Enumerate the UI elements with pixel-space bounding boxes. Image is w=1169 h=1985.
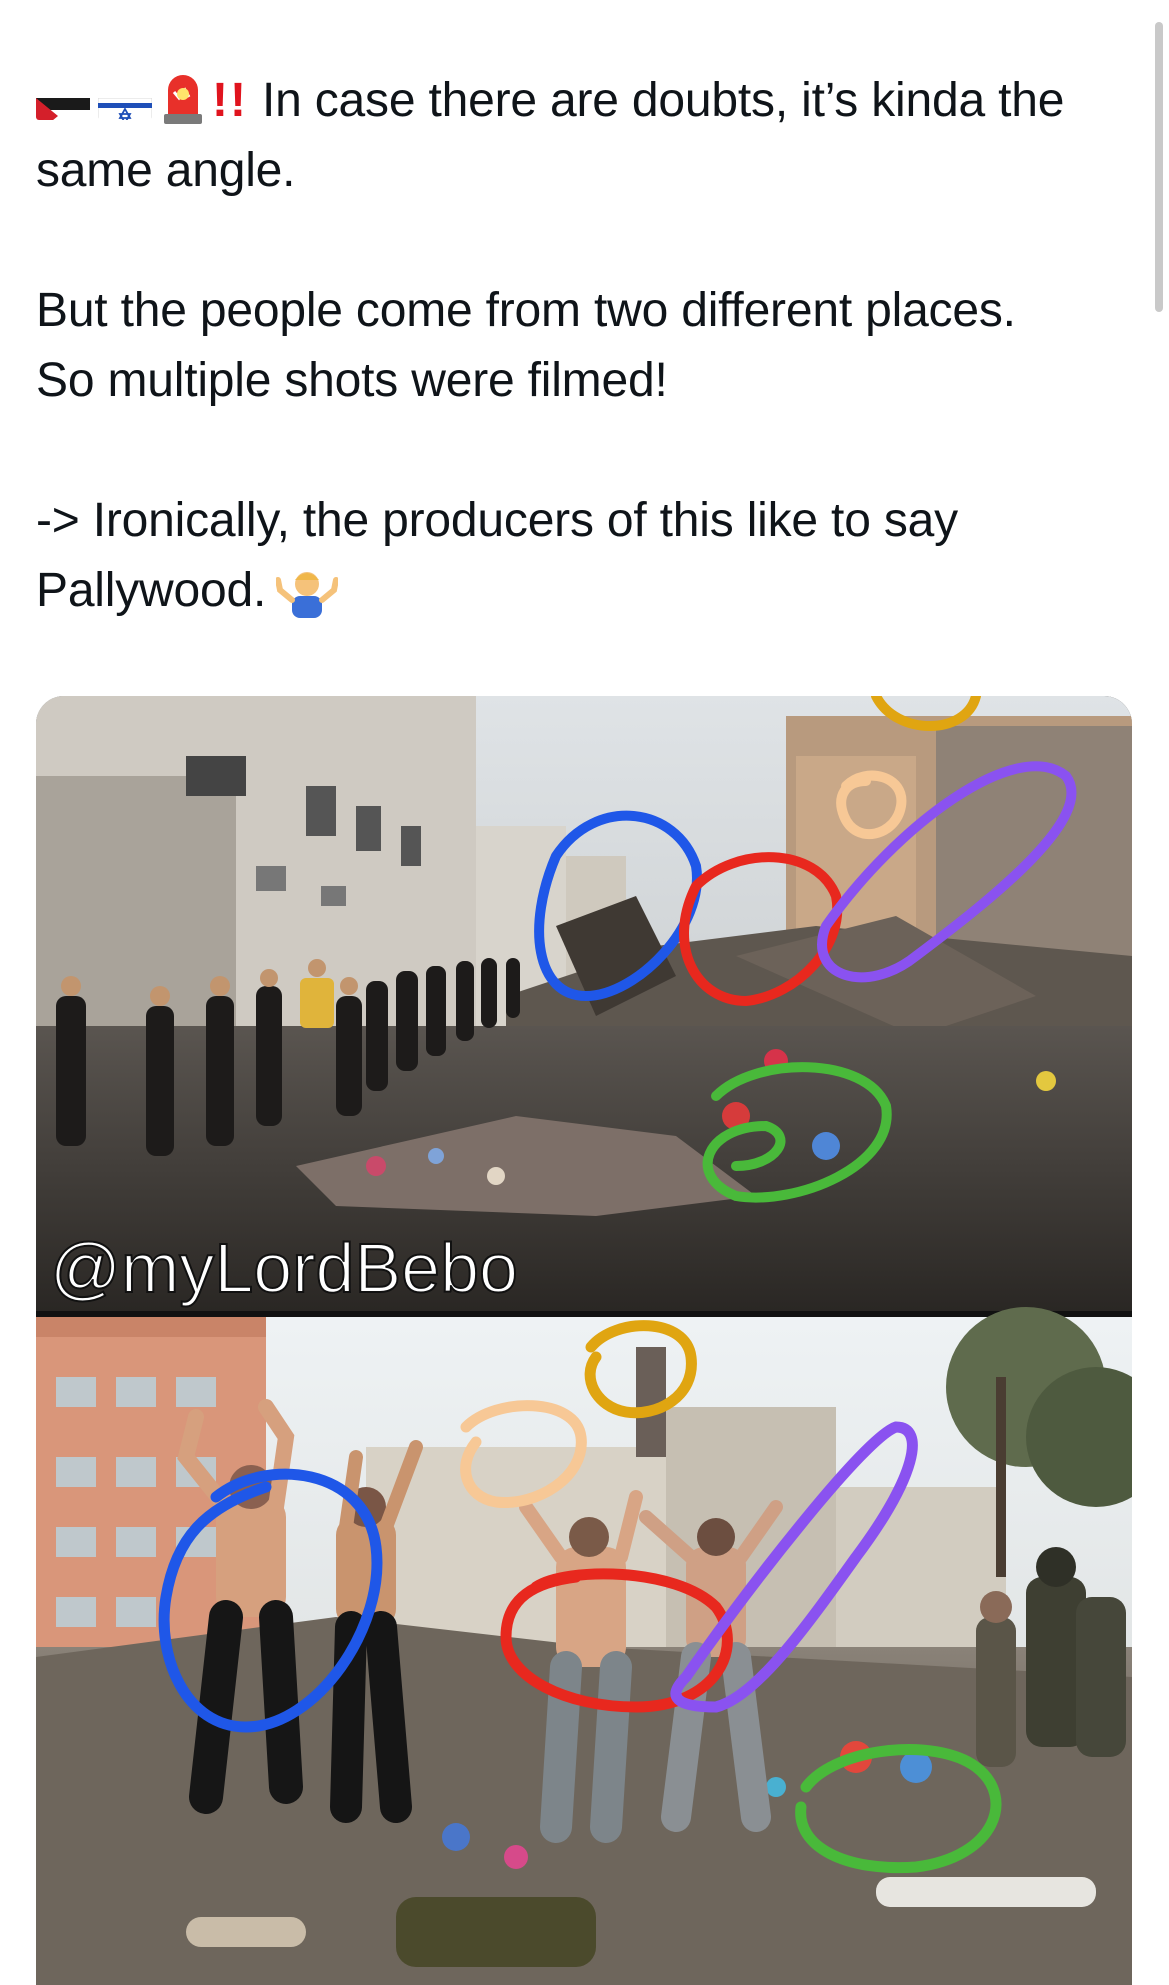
tweet-text: !! In case there are doubts, it’s kinda t…	[36, 66, 1116, 626]
tweet-line-2a: But the people come from two different p…	[36, 284, 1016, 337]
israel-flag-icon	[98, 84, 152, 120]
palestine-flag-icon	[36, 84, 90, 120]
siren-icon	[160, 70, 206, 126]
watermark-text: @myLordBebo	[50, 1229, 518, 1307]
double-exclamation-icon: !!	[212, 74, 248, 127]
tweet-line-3: -> Ironically, the producers of this lik…	[36, 494, 958, 617]
top-photo: @myLordBebo	[36, 696, 1132, 1311]
tweet-line-2b: So multiple shots were filmed!	[36, 354, 668, 407]
scrollbar[interactable]	[1155, 22, 1163, 312]
tweet-paragraph-3: -> Ironically, the producers of this lik…	[36, 486, 1116, 626]
tweet-media-image[interactable]: @myLordBebo	[36, 696, 1132, 1985]
tweet-paragraph-1: !! In case there are doubts, it’s kinda t…	[36, 66, 1116, 206]
tweet-paragraph-2: But the people come from two different p…	[36, 276, 1116, 416]
bottom-photo	[36, 1307, 1132, 1985]
person-shrugging-icon	[275, 566, 340, 618]
